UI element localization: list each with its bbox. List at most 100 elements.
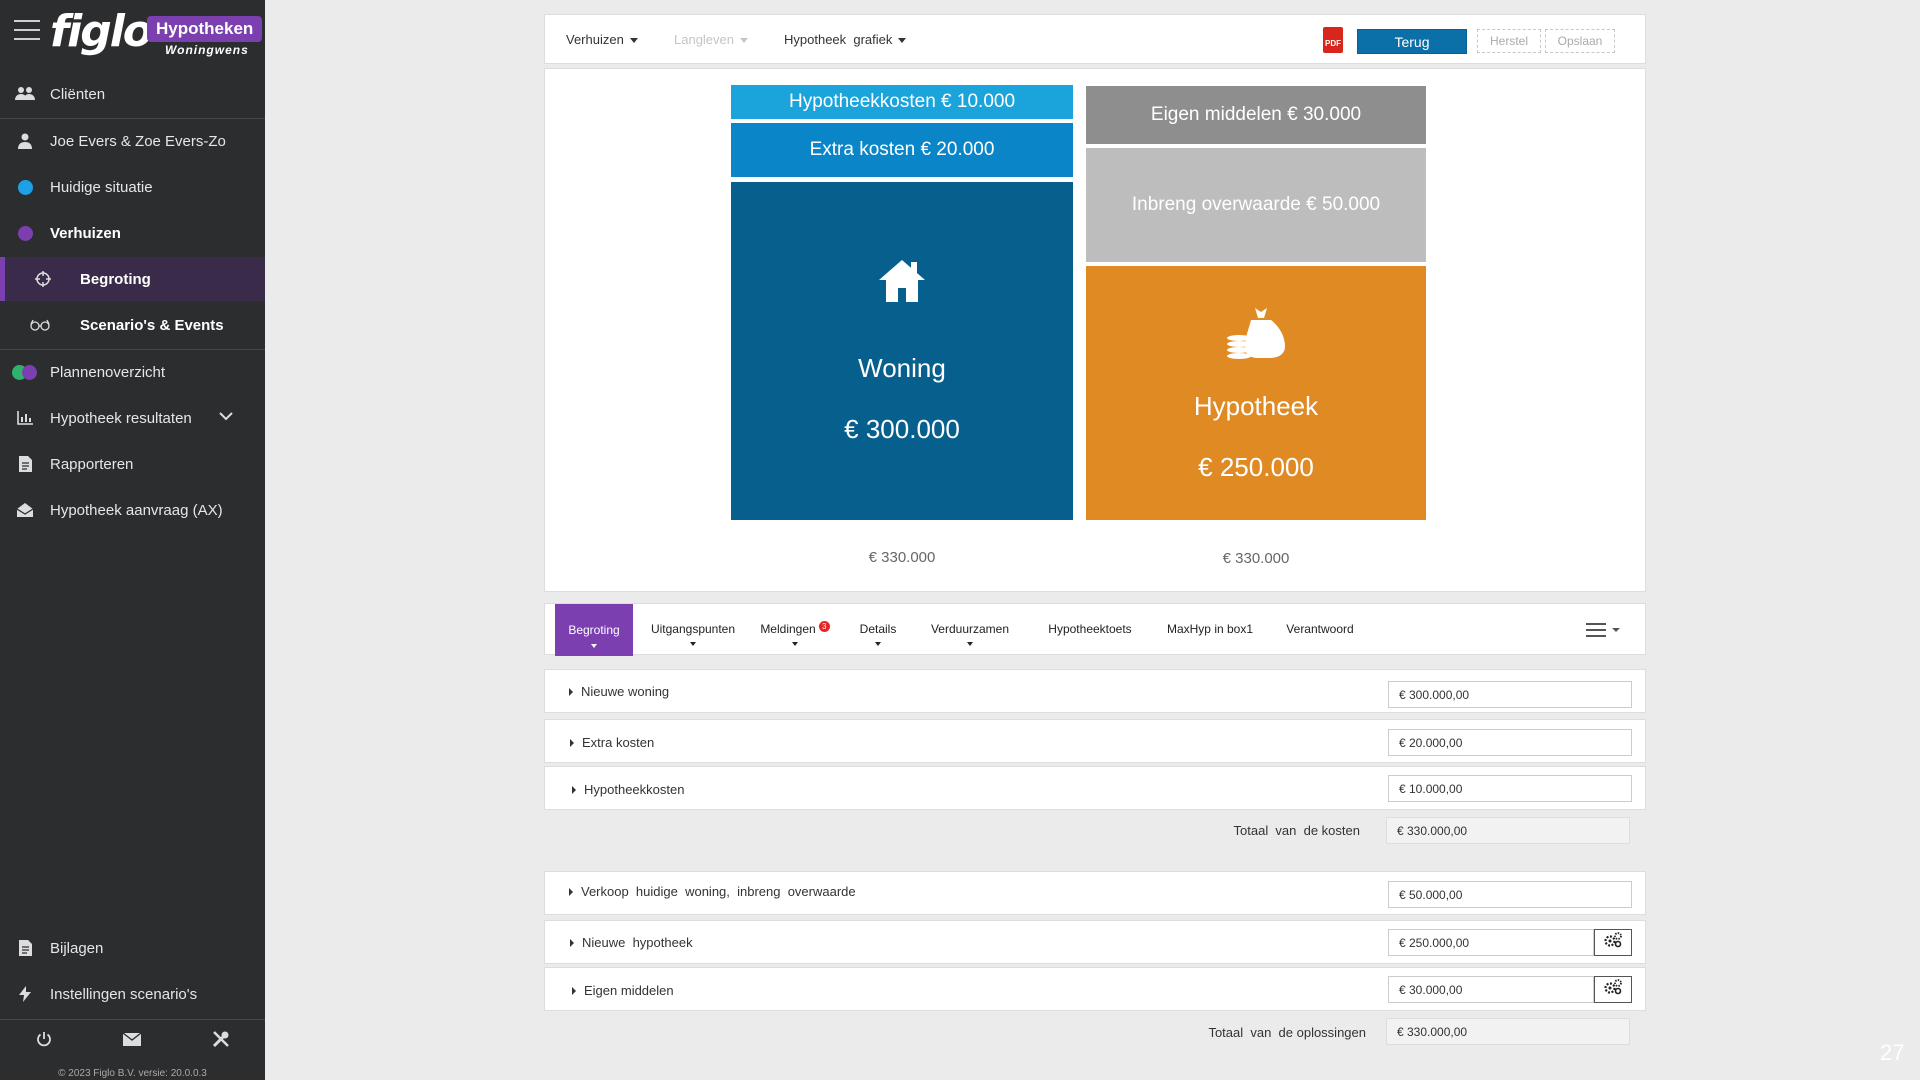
- caret-right-icon: [570, 738, 574, 747]
- sidebar-item-hypotheek-resultaten[interactable]: Hypotheek resultaten: [0, 396, 265, 440]
- amount-field[interactable]: € 250.000,00: [1388, 929, 1594, 956]
- sidebar-item-begroting[interactable]: Begroting: [0, 257, 265, 301]
- toolbar: Verhuizen Langleven Hypotheek grafiek PD…: [544, 14, 1646, 64]
- herstel-button[interactable]: Herstel: [1477, 29, 1541, 53]
- lightning-icon: [0, 986, 50, 1002]
- sidebar-header: figlo Hypotheken Woningwens: [0, 0, 265, 72]
- view-dropdown[interactable]: Hypotheek grafiek: [784, 32, 907, 47]
- amount-field[interactable]: € 50.000,00: [1388, 881, 1632, 908]
- settings-button[interactable]: [1594, 976, 1632, 1003]
- tab-bar: Begroting Uitgangspunten Meldingen 3 Deta…: [544, 603, 1646, 656]
- left-total: € 330.000: [868, 549, 936, 566]
- tab-maxhyp[interactable]: MaxHyp in box1: [1150, 604, 1270, 654]
- caret-right-icon: [569, 687, 573, 696]
- caret-right-icon: [572, 986, 576, 995]
- row-extra-kosten: Extra kosten € 20.000,00: [544, 719, 1646, 763]
- chart-block-woning: Woning € 300.000: [731, 182, 1073, 520]
- total-oplossingen-value: € 330.000,00: [1386, 1018, 1630, 1045]
- document-icon: [0, 456, 50, 472]
- amount-field[interactable]: € 300.000,00: [1388, 681, 1632, 708]
- sidebar: figlo Hypotheken Woningwens Cliënten Joe…: [0, 0, 265, 1080]
- row-toggle[interactable]: Hypotheekkosten: [572, 782, 684, 797]
- user-icon: [0, 133, 50, 149]
- menu-icon[interactable]: [14, 20, 40, 42]
- sidebar-item-label: Bijlagen: [50, 939, 104, 957]
- power-icon[interactable]: [36, 1031, 52, 1052]
- tab-begroting[interactable]: Begroting: [555, 604, 633, 656]
- sidebar-item-rapporteren[interactable]: Rapporteren: [0, 442, 265, 486]
- settings-button[interactable]: [1594, 929, 1632, 956]
- caret-down-icon: [898, 38, 907, 44]
- row-toggle[interactable]: Nieuwe woning: [569, 684, 669, 699]
- row-toggle[interactable]: Eigen middelen: [572, 983, 674, 998]
- gears-icon: [1603, 932, 1623, 953]
- pdf-icon[interactable]: PDF: [1323, 27, 1343, 53]
- sidebar-item-label: Plannenoverzicht: [50, 363, 166, 381]
- row-overwaarde: Verkoop huidige woning, inbreng overwaar…: [544, 871, 1646, 915]
- crosshair-icon: [5, 271, 80, 287]
- caret-right-icon: [572, 785, 576, 794]
- caret-right-icon: [570, 938, 574, 947]
- money-bag-icon: [1227, 304, 1285, 365]
- sidebar-item-label: Cliënten: [50, 85, 106, 103]
- purple-dot-icon: [0, 225, 50, 241]
- total-oplossingen-label: Totaal van de oplossingen: [1208, 1025, 1366, 1040]
- scenario-dropdown[interactable]: Verhuizen: [566, 32, 638, 47]
- brand-subtitle: Woningwens: [165, 43, 249, 57]
- glasses-icon: [0, 319, 80, 331]
- row-toggle[interactable]: Verkoop huidige woning, inbreng overwaar…: [569, 884, 856, 899]
- chart-block-overwaarde: Inbreng overwaarde € 50.000: [1086, 148, 1426, 262]
- tab-meldingen[interactable]: Meldingen 3: [750, 604, 840, 654]
- tab-details[interactable]: Details: [848, 604, 908, 654]
- sidebar-item-label: Rapporteren: [50, 455, 134, 473]
- row-nieuwe-hypotheek: Nieuwe hypotheek € 250.000,00: [544, 920, 1646, 964]
- amount-field[interactable]: € 20.000,00: [1388, 729, 1632, 756]
- right-total: € 330.000: [1222, 550, 1290, 567]
- sidebar-item-huidige-situatie[interactable]: Huidige situatie: [0, 165, 265, 209]
- mail-icon[interactable]: [122, 1031, 141, 1051]
- sidebar-item-plannenoverzicht[interactable]: Plannenoverzicht: [0, 350, 265, 394]
- sidebar-item-client[interactable]: Joe Evers & Zoe Evers-Zo: [0, 119, 265, 163]
- sidebar-item-clienten[interactable]: Cliënten: [0, 72, 265, 116]
- gears-icon: [1603, 979, 1623, 1000]
- budget-chart: Hypotheekkosten € 10.000 Extra kosten € …: [544, 68, 1646, 592]
- users-icon: [0, 86, 50, 102]
- row-toggle[interactable]: Extra kosten: [570, 735, 654, 750]
- caret-down-icon: [629, 38, 638, 44]
- envelope-open-icon: [0, 503, 50, 517]
- chevron-down-icon[interactable]: [219, 408, 233, 425]
- sidebar-item-bijlagen[interactable]: Bijlagen: [0, 926, 265, 970]
- sidebar-item-instellingen[interactable]: Instellingen scenario's: [0, 972, 265, 1016]
- amount-field[interactable]: € 10.000,00: [1388, 775, 1632, 802]
- sidebar-item-label: Instellingen scenario's: [50, 985, 198, 1003]
- caret-right-icon: [569, 887, 573, 896]
- row-nieuwe-woning: Nieuwe woning € 300.000,00: [544, 669, 1646, 713]
- opslaan-button[interactable]: Opslaan: [1545, 29, 1615, 53]
- tab-uitgangspunten[interactable]: Uitgangspunten: [643, 604, 743, 654]
- total-kosten-label: Totaal van de kosten: [1233, 823, 1360, 838]
- house-icon: [877, 258, 927, 309]
- sidebar-item-label: Verhuizen: [50, 224, 121, 242]
- chart-icon: [0, 411, 50, 425]
- langleven-dropdown[interactable]: Langleven: [674, 32, 748, 47]
- terug-button[interactable]: Terug: [1357, 29, 1467, 54]
- tab-hypotheektoets[interactable]: Hypotheektoets: [1030, 604, 1150, 654]
- sidebar-item-hypotheek-aanvraag[interactable]: Hypotheek aanvraag (AX): [0, 488, 265, 532]
- list-menu-icon[interactable]: [1586, 622, 1622, 643]
- sidebar-item-verhuizen[interactable]: Verhuizen: [0, 211, 265, 255]
- row-toggle[interactable]: Nieuwe hypotheek: [570, 935, 693, 950]
- sidebar-footer-actions: [0, 1019, 265, 1063]
- row-hypotheekkosten: Hypotheekkosten € 10.000,00: [544, 766, 1646, 810]
- tab-verduurzamen[interactable]: Verduurzamen: [917, 604, 1023, 654]
- chart-block-extra-kosten: Extra kosten € 20.000: [731, 123, 1073, 177]
- sidebar-item-scenarios[interactable]: Scenario's & Events: [0, 303, 265, 347]
- chart-block-hypotheek: Hypotheek € 250.000: [1086, 266, 1426, 520]
- sidebar-item-label: Begroting: [80, 270, 151, 288]
- brand-badge: Hypotheken: [147, 16, 263, 42]
- page-number: 27: [1880, 1040, 1905, 1065]
- tab-verantwoord[interactable]: Verantwoord: [1270, 604, 1370, 654]
- amount-field[interactable]: € 30.000,00: [1388, 976, 1594, 1003]
- blue-dot-icon: [0, 179, 50, 195]
- notification-badge: 3: [818, 620, 830, 632]
- tools-icon[interactable]: [212, 1030, 230, 1053]
